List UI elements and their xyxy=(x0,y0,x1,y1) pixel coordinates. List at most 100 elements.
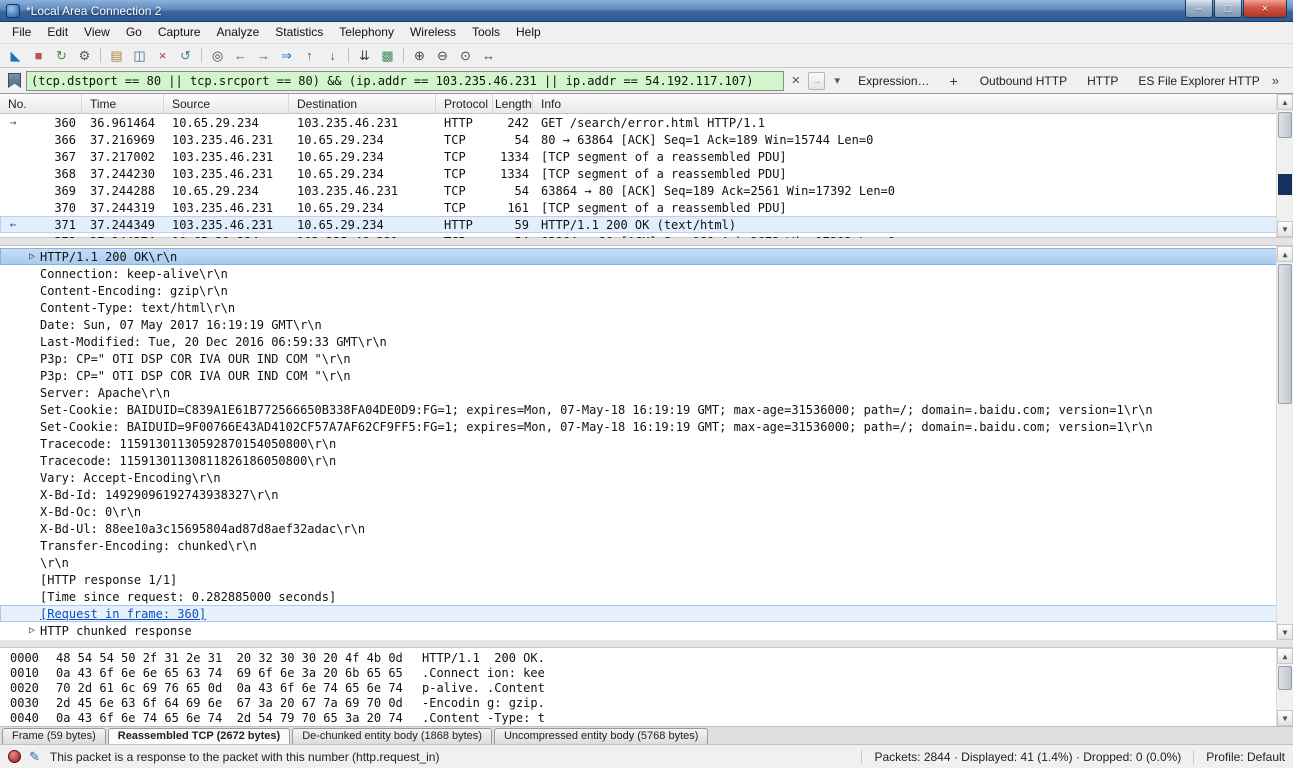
capture-options-icon[interactable]: ⚙ xyxy=(73,46,96,66)
pane-splitter[interactable] xyxy=(0,640,1293,648)
column-header-no[interactable]: No. xyxy=(0,94,82,113)
expert-info-icon[interactable] xyxy=(8,750,21,763)
filter-shortcut-es-file-explorer-http[interactable]: ES File Explorer HTTP xyxy=(1134,74,1263,88)
detail-line[interactable]: Vary: Accept-Encoding\r\n xyxy=(0,469,1293,486)
menu-statistics[interactable]: Statistics xyxy=(267,22,331,43)
detail-line[interactable]: P3p: CP=" OTI DSP COR IVA OUR IND COM "\… xyxy=(0,367,1293,384)
zoom-in-icon[interactable]: ⊕ xyxy=(408,46,431,66)
column-header-length[interactable]: Length xyxy=(493,94,533,113)
column-header-protocol[interactable]: Protocol xyxy=(436,94,493,113)
details-scrollbar[interactable]: ▲ ▼ xyxy=(1276,246,1293,640)
expression-button[interactable]: Expression… xyxy=(854,74,933,88)
filter-bookmark-icon[interactable] xyxy=(8,73,21,88)
packet-row[interactable]: 370 37.244319 103.235.46.231 10.65.29.23… xyxy=(0,199,1293,216)
add-filter-button[interactable]: + xyxy=(944,73,964,89)
scroll-up-icon[interactable]: ▲ xyxy=(1277,246,1293,262)
expander-icon[interactable]: ▷ xyxy=(24,625,40,636)
detail-line[interactable]: Content-Type: text/html\r\n xyxy=(0,299,1293,316)
capture-comment-icon[interactable]: ✎ xyxy=(29,749,40,765)
file-open-icon[interactable]: ▤ xyxy=(105,46,128,66)
hex-line[interactable]: 0030 2d 45 6e 63 6f 64 69 6e 67 3a 20 67… xyxy=(0,696,1293,711)
menu-view[interactable]: View xyxy=(76,22,118,43)
minimize-button[interactable]: – xyxy=(1185,0,1213,18)
expander-icon[interactable]: ▷ xyxy=(24,251,40,262)
detail-line[interactable]: X-Bd-Oc: 0\r\n xyxy=(0,503,1293,520)
bytes-scrollbar[interactable]: ▲ ▼ xyxy=(1276,648,1293,726)
scrollbar-thumb[interactable] xyxy=(1278,264,1292,404)
capture-restart-icon[interactable]: ↻ xyxy=(50,46,73,66)
menu-wireless[interactable]: Wireless xyxy=(402,22,464,43)
detail-line[interactable]: Tracecode: 11591301130592870154050800\r\… xyxy=(0,435,1293,452)
detail-line[interactable]: Connection: keep-alive\r\n xyxy=(0,265,1293,282)
scrollbar-thumb[interactable] xyxy=(1278,112,1292,138)
packet-row[interactable]: 367 37.217002 103.235.46.231 10.65.29.23… xyxy=(0,148,1293,165)
find-packet-icon[interactable]: ◎ xyxy=(206,46,229,66)
scroll-up-icon[interactable]: ▲ xyxy=(1277,94,1293,110)
detail-line[interactable]: Date: Sun, 07 May 2017 16:19:19 GMT\r\n xyxy=(0,316,1293,333)
menu-tools[interactable]: Tools xyxy=(464,22,508,43)
filter-shortcut-outbound-http[interactable]: Outbound HTTP xyxy=(976,74,1071,88)
filter-shortcut-http[interactable]: HTTP xyxy=(1083,74,1122,88)
menu-edit[interactable]: Edit xyxy=(39,22,76,43)
filter-dropdown-icon[interactable]: ▾ xyxy=(828,72,846,90)
zoom-original-icon[interactable]: ⊙ xyxy=(454,46,477,66)
filter-clear-icon[interactable]: ✕ xyxy=(787,72,805,90)
autoscroll-icon[interactable]: ⇊ xyxy=(353,46,376,66)
hex-line[interactable]: 0040 0a 43 6f 6e 74 65 6e 74 2d 54 79 70… xyxy=(0,711,1293,726)
scroll-down-icon[interactable]: ▼ xyxy=(1277,221,1293,237)
detail-line[interactable]: X-Bd-Ul: 88ee10a3c15695804ad87d8aef32ada… xyxy=(0,520,1293,537)
menu-help[interactable]: Help xyxy=(508,22,549,43)
restore-button[interactable]: □ xyxy=(1214,0,1242,18)
packet-row[interactable]: 366 37.216969 103.235.46.231 10.65.29.23… xyxy=(0,131,1293,148)
go-to-packet-icon[interactable]: ⇒ xyxy=(275,46,298,66)
hex-line[interactable]: 0000 48 54 54 50 2f 31 2e 31 20 32 30 30… xyxy=(0,651,1293,666)
tab-uncompressed-entity-body[interactable]: Uncompressed entity body (5768 bytes) xyxy=(494,728,708,744)
go-first-icon[interactable]: ↑ xyxy=(298,46,321,66)
tab-frame[interactable]: Frame (59 bytes) xyxy=(2,728,106,744)
go-last-icon[interactable]: ↓ xyxy=(321,46,344,66)
close-button[interactable]: × xyxy=(1243,0,1287,18)
menu-analyze[interactable]: Analyze xyxy=(209,22,268,43)
menu-file[interactable]: File xyxy=(4,22,39,43)
menu-capture[interactable]: Capture xyxy=(150,22,209,43)
column-header-destination[interactable]: Destination xyxy=(289,94,436,113)
detail-line[interactable]: Server: Apache\r\n xyxy=(0,384,1293,401)
detail-line[interactable]: Transfer-Encoding: chunked\r\n xyxy=(0,537,1293,554)
detail-line[interactable]: [HTTP response 1/1] xyxy=(0,571,1293,588)
colorize-icon[interactable]: ▩ xyxy=(376,46,399,66)
detail-line[interactable]: ▷ HTTP chunked response xyxy=(0,622,1293,639)
hex-line[interactable]: 0010 0a 43 6f 6e 6e 65 63 74 69 6f 6e 3a… xyxy=(0,666,1293,681)
go-forward-icon[interactable]: → xyxy=(252,46,275,66)
reload-icon[interactable]: ↺ xyxy=(174,46,197,66)
scroll-up-icon[interactable]: ▲ xyxy=(1277,648,1293,664)
tab-reassembled-tcp[interactable]: Reassembled TCP (2672 bytes) xyxy=(108,728,290,744)
packet-list-scrollbar[interactable]: ▲ ▼ xyxy=(1276,94,1293,237)
detail-line[interactable]: Set-Cookie: BAIDUID=9F00766E43AD4102CF57… xyxy=(0,418,1293,435)
detail-line[interactable]: Content-Encoding: gzip\r\n xyxy=(0,282,1293,299)
filter-apply-icon[interactable]: → xyxy=(808,72,826,90)
menu-telephony[interactable]: Telephony xyxy=(331,22,402,43)
scrollbar-thumb[interactable] xyxy=(1278,666,1292,690)
display-filter-input[interactable] xyxy=(26,71,784,91)
go-back-icon[interactable]: ← xyxy=(229,46,252,66)
packet-row[interactable]: → 360 36.961464 10.65.29.234 103.235.46.… xyxy=(0,114,1293,131)
detail-line[interactable]: [Time since request: 0.282885000 seconds… xyxy=(0,588,1293,605)
scroll-down-icon[interactable]: ▼ xyxy=(1277,624,1293,640)
pane-splitter[interactable] xyxy=(0,238,1293,246)
packet-row[interactable]: ← 371 37.244349 103.235.46.231 10.65.29.… xyxy=(0,216,1293,233)
capture-start-icon[interactable]: ◣ xyxy=(4,46,27,66)
zoom-out-icon[interactable]: ⊖ xyxy=(431,46,454,66)
file-save-icon[interactable]: ◫ xyxy=(128,46,151,66)
tab-dechunked-entity-body[interactable]: De-chunked entity body (1868 bytes) xyxy=(292,728,492,744)
column-header-info[interactable]: Info xyxy=(533,94,1293,113)
hex-line[interactable]: 0020 70 2d 61 6c 69 76 65 0d 0a 43 6f 6e… xyxy=(0,681,1293,696)
detail-line[interactable]: X-Bd-Id: 14929096192743938327\r\n xyxy=(0,486,1293,503)
column-header-source[interactable]: Source xyxy=(164,94,289,113)
toolbar-overflow-chevron[interactable]: » xyxy=(1264,73,1287,88)
detail-line[interactable]: ▷ HTTP/1.1 200 OK\r\n xyxy=(0,248,1293,265)
detail-line[interactable]: Last-Modified: Tue, 20 Dec 2016 06:59:33… xyxy=(0,333,1293,350)
detail-line[interactable]: Set-Cookie: BAIDUID=C839A1E61B772566650B… xyxy=(0,401,1293,418)
packet-row[interactable]: 368 37.244230 103.235.46.231 10.65.29.23… xyxy=(0,165,1293,182)
file-close-icon[interactable]: × xyxy=(151,46,174,66)
scroll-down-icon[interactable]: ▼ xyxy=(1277,710,1293,726)
